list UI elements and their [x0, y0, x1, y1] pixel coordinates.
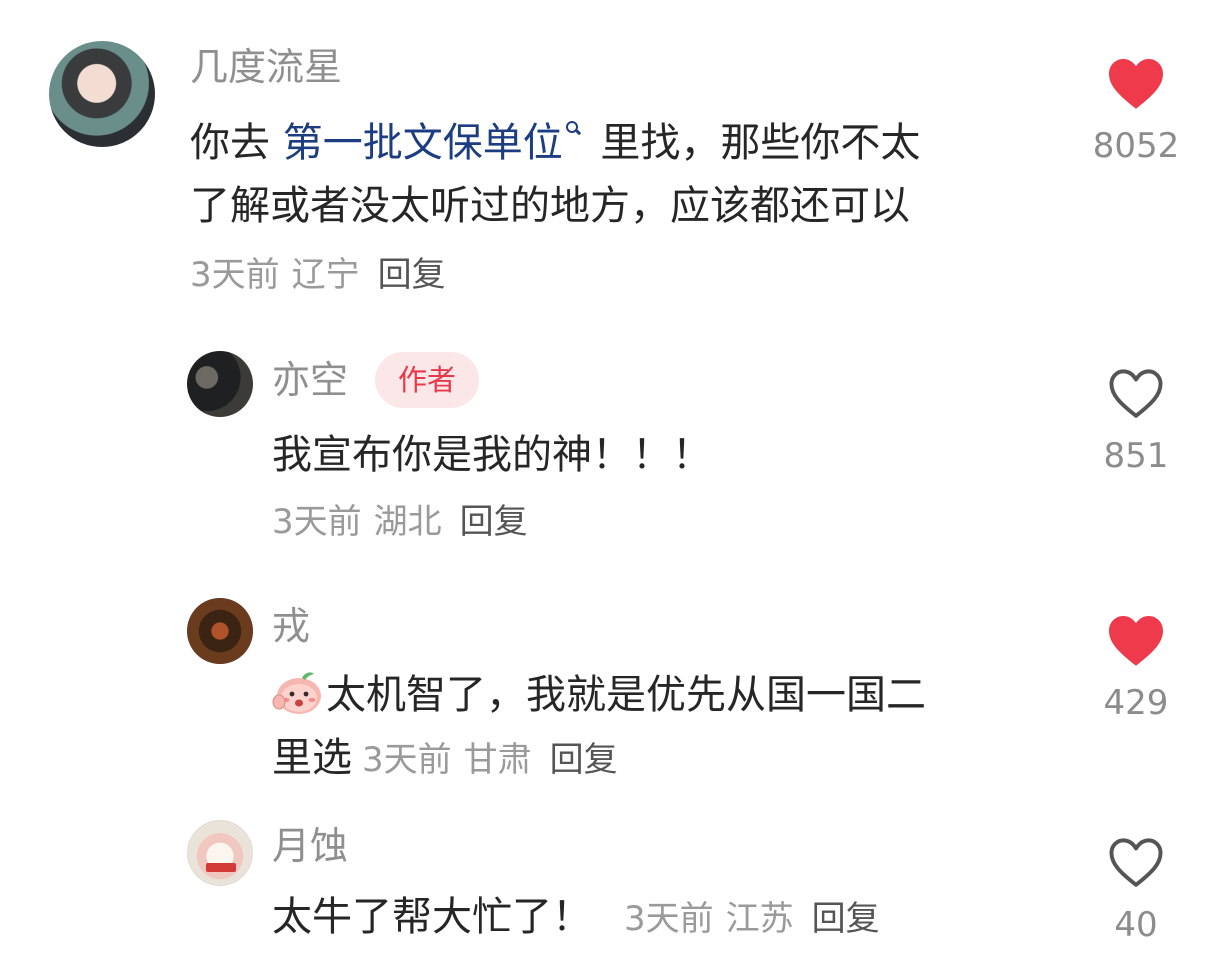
comment-text-line: 里选 3天前 甘肃 回复 — [272, 735, 618, 781]
comment-text-line: 了解或者没太听过的地方，应该都还可以 — [190, 183, 910, 229]
avatar[interactable] — [49, 41, 155, 147]
comment-username[interactable]: 月蚀 — [272, 822, 348, 870]
like-count: 40 — [1114, 905, 1158, 945]
like-count: 429 — [1103, 683, 1169, 723]
reply-button[interactable]: 回复 — [378, 255, 446, 295]
heart-filled-icon — [1109, 615, 1163, 666]
comment-username[interactable]: 戎 — [272, 602, 310, 650]
comment-time: 3天前 — [624, 899, 714, 939]
heart-filled-icon — [1109, 58, 1163, 109]
comment-username[interactable]: 几度流星 — [190, 43, 342, 91]
reply-button[interactable]: 回复 — [460, 502, 528, 542]
avatar[interactable] — [187, 351, 253, 417]
comment-username[interactable]: 亦空 — [272, 356, 348, 404]
avatar[interactable] — [187, 820, 253, 886]
comment-time: 3天前 — [362, 740, 452, 780]
reply-button[interactable]: 回复 — [812, 899, 880, 939]
comment-text-part: 你去 — [190, 120, 283, 166]
comment-meta: 3天前 湖北 回复 — [272, 500, 528, 544]
author-badge: 作者 — [375, 352, 479, 408]
heart-outline-icon — [1109, 369, 1163, 418]
reply-button[interactable]: 回复 — [550, 740, 618, 780]
comment-location: 辽宁 — [291, 255, 360, 295]
like-button[interactable]: 40 — [1076, 835, 1196, 947]
comment-location: 甘肃 — [463, 740, 532, 780]
comment-time: 3天前 — [272, 502, 362, 542]
like-count: 8052 — [1092, 126, 1180, 166]
comment-text: 你去 第一批文保单位 里找，那些你不太 — [190, 112, 920, 175]
comment-text: 太机智了，我就是优先从国一国二 — [272, 664, 926, 727]
comment-text: 太牛了帮大忙了！ — [272, 894, 592, 940]
search-icon — [565, 112, 580, 138]
comment-location: 江苏 — [725, 899, 794, 939]
like-button[interactable]: 851 — [1076, 366, 1196, 478]
heart-outline-icon — [1109, 838, 1163, 887]
comment-meta: 3天前 江苏 回复 — [624, 899, 880, 939]
comment-time: 3天前 — [190, 255, 280, 295]
like-count: 851 — [1103, 436, 1169, 476]
search-link[interactable]: 第一批文保单位 — [283, 120, 588, 166]
like-button[interactable]: 8052 — [1076, 56, 1196, 168]
comment-location: 湖北 — [373, 502, 442, 542]
comment-text-part: 里找，那些你不太 — [587, 120, 921, 166]
comment-meta: 3天前 辽宁 回复 — [190, 253, 446, 297]
comment-text-part: 太机智了，我就是优先从国一国二 — [326, 672, 926, 718]
comment-text: 我宣布你是我的神！！！ — [272, 432, 712, 478]
avatar[interactable] — [187, 598, 253, 664]
comment-meta: 3天前 甘肃 回复 — [362, 740, 618, 780]
peach-emoji-icon — [272, 672, 321, 714]
like-button[interactable]: 429 — [1076, 613, 1196, 725]
comment-text-line: 太牛了帮大忙了！ 3天前 江苏 回复 — [272, 886, 880, 951]
